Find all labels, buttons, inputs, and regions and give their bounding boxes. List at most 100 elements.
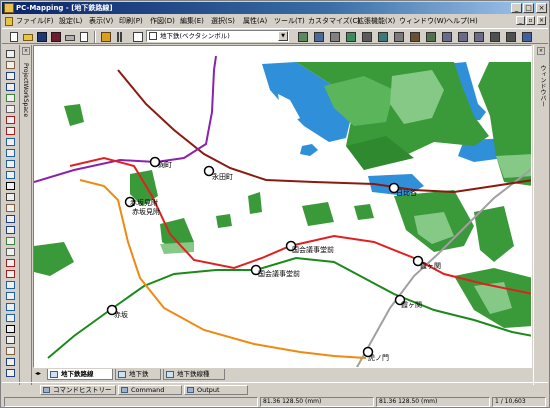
menu-customize[interactable]: カスタマイズ(C) [308, 16, 360, 26]
mdi-minimize-button[interactable]: _ [516, 16, 525, 25]
document-icon[interactable] [5, 17, 13, 26]
maximize-button[interactable]: □ [523, 3, 534, 13]
status-scale: 1 / 10,603 [492, 397, 546, 407]
snap-icon[interactable] [5, 214, 17, 225]
menu-attribute[interactable]: 属性(A) [243, 16, 267, 26]
tab-subway-linetype[interactable]: 地下鉄線種 [163, 369, 225, 380]
close-icon[interactable]: × [22, 47, 30, 55]
map-canvas[interactable]: 麹町 永田町 日比谷 赤坂見附 赤坂見附 国会議事堂前 国会議事堂前 霞ヶ関 霞… [33, 45, 532, 368]
print-icon[interactable] [64, 31, 76, 43]
menu-window[interactable]: ウィンドウ(W) [399, 16, 446, 26]
menu-extensions[interactable]: 拡張機能(X) [357, 16, 395, 26]
window-bar-panel[interactable]: × ウィンドウバー [533, 45, 549, 385]
query-icon[interactable] [5, 368, 17, 379]
tab-output[interactable]: Output [184, 385, 248, 395]
cascade-icon[interactable] [473, 31, 485, 43]
menu-view[interactable]: 表示(V) [89, 16, 113, 26]
menu-draw[interactable]: 作図(D) [150, 16, 175, 26]
line-icon[interactable] [5, 115, 17, 126]
rect-icon[interactable] [5, 148, 17, 159]
layer-properties-icon[interactable] [132, 31, 144, 43]
tab-command[interactable]: Command [118, 385, 182, 395]
merge-icon[interactable] [5, 258, 17, 269]
point-icon[interactable] [5, 192, 17, 203]
tab-scroll-arrows[interactable]: ◂▸ [35, 370, 41, 377]
attribute-icon[interactable] [5, 357, 17, 368]
symbol-icon[interactable] [377, 31, 389, 43]
mdi-restore-button[interactable]: ▫ [526, 16, 535, 25]
move-icon[interactable] [5, 225, 17, 236]
menu-file[interactable]: ファイル(F) [16, 16, 54, 26]
offset-icon[interactable] [5, 291, 17, 302]
map-svg: 麹町 永田町 日比谷 赤坂見附 赤坂見附 国会議事堂前 国会議事堂前 霞ヶ関 霞… [34, 55, 531, 367]
window-bar-label: ウィンドウバー [539, 65, 546, 107]
properties-icon[interactable] [329, 31, 341, 43]
menu-settings[interactable]: 設定(L) [59, 16, 82, 26]
greenery-area [248, 192, 262, 214]
menu-help[interactable]: ヘルプ(H) [446, 16, 478, 26]
split-icon[interactable] [5, 269, 17, 280]
layers-icon[interactable] [313, 31, 325, 43]
close-icon[interactable]: × [537, 47, 545, 55]
zoom-in-icon[interactable] [5, 71, 17, 82]
fit-icon[interactable] [5, 93, 17, 104]
delete-icon[interactable] [5, 247, 17, 258]
polygon-icon[interactable] [5, 137, 17, 148]
zoom-icon[interactable] [505, 31, 517, 43]
print-preview-icon[interactable] [78, 31, 90, 43]
save-icon[interactable] [36, 31, 48, 43]
station-nagatacho[interactable]: 永田町 [203, 165, 234, 182]
layer-select[interactable]: 地下鉄(ベクタシンボル) ▼ [146, 30, 289, 42]
layer-icon[interactable] [5, 346, 17, 357]
station-toranomon[interactable]: 虎ノ門 [362, 346, 390, 363]
rotate-icon[interactable] [5, 104, 17, 115]
measure-icon[interactable] [425, 31, 437, 43]
zoom-out-icon[interactable] [5, 82, 17, 93]
tab-command-history[interactable]: コマンドヒストリー [40, 385, 116, 395]
select-icon[interactable] [361, 31, 373, 43]
mdi-close-button[interactable]: × [537, 16, 546, 25]
pen-icon[interactable] [409, 31, 421, 43]
text-icon[interactable] [5, 181, 17, 192]
station-akasakamitsuke[interactable]: 赤坂見附 赤坂見附 [124, 196, 161, 217]
menu-select[interactable]: 選択(S) [211, 16, 235, 26]
tab-subway-routes[interactable]: 地下鉄路線 [47, 369, 113, 380]
label-icon[interactable] [5, 324, 17, 335]
pointer-icon[interactable] [5, 49, 17, 60]
arc-icon[interactable] [5, 170, 17, 181]
station-label: 麹町 [158, 160, 172, 169]
menu-tools[interactable]: ツール(T) [274, 16, 305, 26]
grid-icon[interactable] [297, 31, 309, 43]
search-icon[interactable] [489, 31, 501, 43]
chevron-down-icon[interactable]: ▼ [278, 31, 288, 41]
tool-icon[interactable] [100, 31, 112, 43]
copy-icon[interactable] [5, 236, 17, 247]
info-icon[interactable] [521, 31, 533, 43]
close-button[interactable]: × [536, 3, 547, 13]
station-kasumigaseki[interactable]: 霞ヶ関 霞ヶ関 [394, 255, 442, 310]
menu-print[interactable]: 印刷(P) [119, 16, 143, 26]
erase-icon[interactable] [393, 31, 405, 43]
area-icon[interactable] [5, 313, 17, 324]
menu-edit[interactable]: 編集(E) [180, 16, 204, 26]
measure-icon[interactable] [5, 302, 17, 313]
tab-subway[interactable]: 地下鉄 [115, 369, 161, 380]
bucket-icon[interactable] [345, 31, 357, 43]
trim-icon[interactable] [5, 280, 17, 291]
tile-icon[interactable] [457, 31, 469, 43]
project-workspace-tab[interactable]: × ProjectWorkSpace [21, 45, 32, 385]
polyline-icon[interactable] [5, 126, 17, 137]
open-folder-icon[interactable] [22, 31, 34, 43]
map-tab-icon [166, 371, 174, 378]
status-coord-1: 81.36 128.50 (mm) [260, 397, 374, 407]
new-file-icon[interactable] [8, 31, 20, 43]
minimize-button[interactable]: _ [511, 3, 522, 13]
window-icon[interactable] [441, 31, 453, 43]
cut-icon[interactable] [114, 31, 126, 43]
station-akasaka[interactable]: 赤坂 [106, 304, 129, 320]
hatch-icon[interactable] [5, 335, 17, 346]
circle-icon[interactable] [5, 159, 17, 170]
save-as-icon[interactable] [50, 31, 62, 43]
hand-icon[interactable] [5, 60, 17, 71]
node-icon[interactable] [5, 203, 17, 214]
